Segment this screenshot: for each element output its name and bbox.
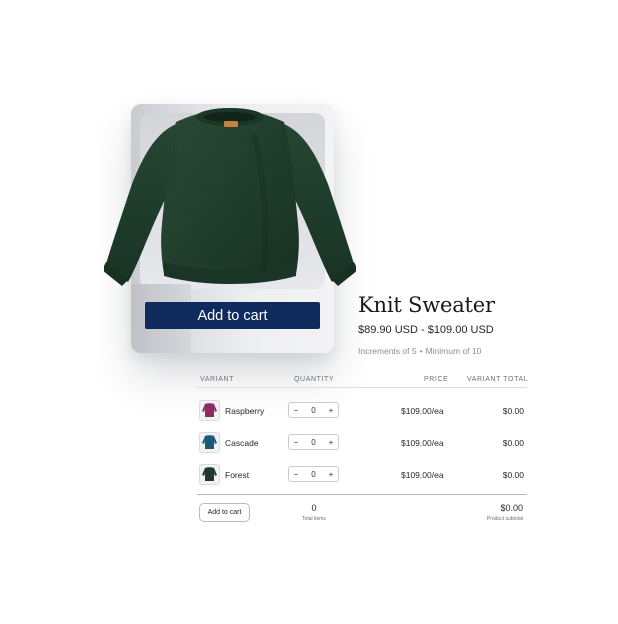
price-range: $89.90 USD - $109.00 USD — [358, 324, 494, 336]
decrement-button[interactable]: − — [289, 406, 303, 415]
variant-name: Forest — [225, 470, 250, 480]
increment-button[interactable]: + — [324, 406, 338, 415]
footer-add-to-cart-button[interactable]: Add to cart — [199, 503, 250, 522]
variant-total: $0.00 — [502, 470, 524, 480]
variant-thumbnail — [199, 464, 220, 485]
sweater-image — [104, 108, 356, 286]
header-quantity: QUANTITY — [294, 376, 335, 383]
unit-price: $109.00/ea — [401, 438, 444, 448]
variant-total: $0.00 — [502, 406, 524, 416]
unit-price: $109.00/ea — [401, 406, 444, 416]
variant-name: Raspberry — [225, 406, 265, 416]
quantity-value[interactable]: 0 — [303, 438, 324, 447]
variant-row: Raspberry − 0 + $109.00/ea $0.00 — [197, 400, 527, 424]
footer-divider — [197, 494, 527, 495]
decrement-button[interactable]: − — [289, 438, 303, 447]
unit-price: $109.00/ea — [401, 470, 444, 480]
increment-button[interactable]: + — [324, 470, 338, 479]
header-variant-total: VARIANT TOTAL — [467, 376, 529, 383]
variant-row: Cascade − 0 + $109.00/ea $0.00 — [197, 432, 527, 456]
quantity-stepper[interactable]: − 0 + — [288, 466, 339, 482]
minimum-text: Minimum of 10 — [425, 346, 482, 356]
product-subtotal-value: $0.00 — [500, 503, 523, 513]
increments-text: Increments of 5 — [358, 346, 417, 356]
quantity-stepper[interactable]: − 0 + — [288, 402, 339, 418]
order-rules: Increments of 5 • Minimum of 10 — [358, 346, 481, 356]
quantity-stepper[interactable]: − 0 + — [288, 434, 339, 450]
variant-row: Forest − 0 + $109.00/ea $0.00 — [197, 464, 527, 488]
total-items-label: Total items — [302, 516, 326, 522]
variant-total: $0.00 — [502, 438, 524, 448]
product-title: Knit Sweater — [358, 293, 495, 317]
card-add-to-cart-button[interactable]: Add to cart — [145, 302, 320, 329]
decrement-button[interactable]: − — [289, 470, 303, 479]
total-items-value: 0 — [311, 503, 317, 513]
separator-dot: • — [419, 346, 423, 356]
header-variant: VARIANT — [200, 376, 235, 383]
product-subtotal-label: Product subtotal — [486, 516, 523, 522]
variant-thumbnail — [199, 400, 220, 421]
variant-thumbnail — [199, 432, 220, 453]
product-page: Add to cart Knit Sweater $89.90 USD - $1… — [0, 0, 618, 624]
increment-button[interactable]: + — [324, 438, 338, 447]
header-price: PRICE — [424, 376, 449, 383]
quantity-value[interactable]: 0 — [303, 406, 324, 415]
variant-name: Cascade — [225, 438, 259, 448]
quantity-value[interactable]: 0 — [303, 470, 324, 479]
header-divider — [197, 387, 527, 388]
